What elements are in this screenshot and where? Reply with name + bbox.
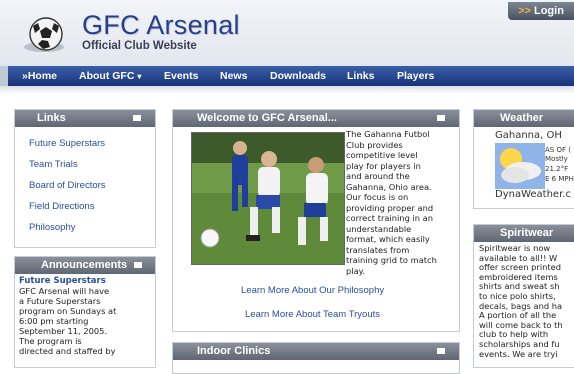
- minimize-icon[interactable]: [133, 115, 141, 121]
- spiritwear-panel-title: Spiritwear: [500, 227, 554, 239]
- link-field-directions[interactable]: Field Directions: [29, 196, 155, 217]
- spiritwear-panel-header: Spiritwear: [474, 225, 574, 242]
- nav-news[interactable]: News: [220, 66, 247, 86]
- announcement-line: program on Sundays at: [19, 306, 117, 316]
- indoor-clinics-panel: Indoor Clinics: [172, 342, 460, 374]
- nav-shadow: [0, 86, 574, 94]
- partly-cloudy-icon: [495, 143, 545, 189]
- welcome-line: Club provides: [346, 139, 403, 150]
- weather-condition: Mostly: [545, 155, 568, 163]
- welcome-panel-title: Welcome to GFC Arsenal...: [197, 112, 337, 124]
- welcome-line: translates from: [346, 244, 410, 255]
- welcome-line: understandable: [346, 223, 412, 234]
- minimize-icon[interactable]: [437, 115, 445, 121]
- soccer-photo-illustration: [192, 133, 344, 264]
- weather-panel-title: Weather: [500, 112, 544, 124]
- welcome-text: The Gahanna Futbol Club provides competi…: [346, 129, 464, 276]
- announcement-line: The program is: [19, 336, 82, 346]
- site-subtitle: Official Club Website: [82, 40, 197, 52]
- login-label: Login: [533, 5, 564, 17]
- links-list: Future Superstars Team Trials Board of D…: [15, 127, 155, 238]
- minimize-icon[interactable]: [134, 262, 142, 268]
- weather-panel-header: Weather: [474, 110, 574, 127]
- login-button[interactable]: >> Login: [508, 2, 574, 20]
- announcement-line: 6:00 pm starting: [19, 316, 89, 326]
- welcome-panel: Welcome to GFC Arsenal... The Gahanna Fu…: [172, 109, 460, 332]
- welcome-line: The Gahanna Futbol: [346, 129, 430, 139]
- announcement-line: a Future Superstars: [19, 296, 101, 306]
- announcement-title[interactable]: Future Superstars: [19, 276, 155, 286]
- nav-events[interactable]: Events: [164, 66, 198, 86]
- tryouts-link[interactable]: Learn More About Team Tryouts: [245, 309, 380, 320]
- announcements-panel-header: Announcements: [15, 257, 155, 274]
- nav-about-gfc-label: About GFC: [79, 70, 135, 82]
- nav-left-edge: [0, 66, 8, 86]
- spiritwear-line: events. We are tryi: [479, 348, 558, 359]
- login-arrows-icon: >>: [518, 5, 531, 17]
- nav-links[interactable]: Links: [347, 66, 374, 86]
- indoor-clinics-panel-header: Indoor Clinics: [173, 343, 459, 360]
- link-philosophy[interactable]: Philosophy: [29, 217, 155, 238]
- welcome-line: providing proper and: [346, 202, 434, 213]
- welcome-line: and around the: [346, 171, 410, 181]
- soccer-ball-logo-icon: [24, 17, 64, 52]
- weather-as-of: AS OF (: [545, 146, 571, 154]
- announcements-body: Future Superstars GFC Arsenal will have …: [15, 274, 155, 356]
- announcement-line: September 11, 2005.: [19, 326, 108, 336]
- main-nav: »Home About GFC ▾ Events News Downloads …: [0, 66, 574, 86]
- minimize-icon[interactable]: [437, 348, 445, 354]
- site-title: GFC Arsenal: [82, 10, 240, 40]
- nav-about-gfc[interactable]: About GFC ▾: [79, 66, 141, 86]
- announcements-panel-title: Announcements: [41, 259, 128, 271]
- soccer-players-photo: [191, 132, 345, 265]
- welcome-line: format, which easily: [346, 234, 430, 244]
- announcements-panel: Announcements Future Superstars GFC Arse…: [14, 256, 156, 368]
- welcome-line: Gahanna, Ohio area.: [346, 181, 432, 192]
- weather-wind: E 6 MPH: [545, 175, 574, 183]
- weather-city: Gahanna, OH: [495, 130, 562, 141]
- welcome-line: play.: [346, 265, 366, 276]
- site-header: GFC Arsenal Official Club Website >> Log…: [0, 0, 574, 67]
- welcome-line: competitive level: [346, 150, 418, 160]
- links-panel-header: Links: [15, 110, 155, 127]
- weather-panel: Weather Gahanna, OH AS OF ( Mostly 21.2°…: [473, 109, 574, 209]
- link-team-trials[interactable]: Team Trials: [29, 154, 155, 175]
- announcement-line: GFC Arsenal will have: [19, 286, 110, 296]
- welcome-line: Our focus is on: [346, 192, 409, 202]
- indoor-clinics-panel-title: Indoor Clinics: [197, 345, 271, 357]
- weather-temperature: 21.2°F: [545, 165, 569, 173]
- welcome-line: play for players in: [346, 160, 421, 171]
- links-panel: Links Future Superstars Team Trials Boar…: [14, 109, 156, 248]
- links-panel-title: Links: [37, 112, 66, 124]
- link-board-of-directors[interactable]: Board of Directors: [29, 175, 155, 196]
- welcome-panel-header: Welcome to GFC Arsenal...: [173, 110, 459, 127]
- weather-credit-link[interactable]: DynaWeather.c: [495, 189, 571, 200]
- philosophy-link[interactable]: Learn More About Our Philosophy: [241, 285, 384, 296]
- link-future-superstars[interactable]: Future Superstars: [29, 133, 155, 154]
- spiritwear-panel: Spiritwear Spiritwear is now available t…: [473, 224, 574, 368]
- spiritwear-body: Spiritwear is now available to all!! W o…: [474, 242, 574, 359]
- announcement-line: directed and staffed by: [19, 346, 116, 356]
- nav-home[interactable]: »Home: [22, 66, 57, 86]
- welcome-line: training grid to match: [346, 255, 437, 265]
- nav-players[interactable]: Players: [397, 66, 434, 86]
- welcome-line: correct training in an: [346, 213, 434, 223]
- nav-downloads[interactable]: Downloads: [270, 66, 326, 86]
- chevron-down-icon: ▾: [137, 72, 142, 81]
